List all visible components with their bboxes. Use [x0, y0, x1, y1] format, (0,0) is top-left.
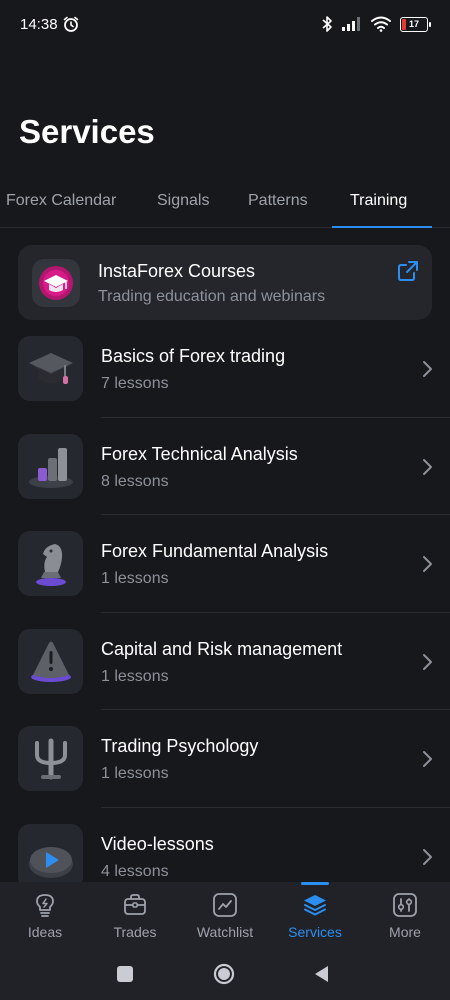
psi-icon	[34, 738, 67, 779]
course-item-risk[interactable]: Capital and Risk management 1 lessons	[0, 613, 450, 710]
course-icon-tile	[18, 823, 83, 889]
tab-bar: Forex Calendar Signals Patterns Training	[0, 180, 450, 228]
chevron-right-icon	[423, 848, 432, 865]
course-title: Basics of Forex trading	[101, 346, 286, 366]
alarm-icon	[63, 16, 79, 32]
course-lessons: 1 lessons	[101, 570, 169, 587]
course-icon-tile	[18, 726, 83, 791]
back-icon[interactable]	[310, 962, 334, 986]
course-title: Forex Fundamental Analysis	[101, 541, 329, 561]
battery-icon: 17	[400, 16, 431, 32]
course-title: Trading Psychology	[101, 736, 259, 756]
warning-cone-icon	[30, 641, 71, 682]
chevron-right-icon	[423, 653, 432, 670]
tab-patterns[interactable]: Patterns	[248, 192, 308, 210]
course-title: Forex Technical Analysis	[101, 443, 298, 464]
system-nav-bar	[0, 948, 450, 1000]
course-list: Basics of Forex trading 7 lessons Forex …	[0, 320, 450, 905]
nav-label: Services	[288, 924, 342, 940]
course-lessons: 1 lessons	[101, 765, 169, 782]
nav-watchlist[interactable]: Watchlist	[180, 882, 270, 948]
screen: 14:38 17 Services Forex Calendar Signals…	[0, 0, 450, 1000]
chevron-right-icon	[423, 458, 432, 475]
course-title: Capital and Risk management	[101, 638, 343, 659]
course-item-psychology[interactable]: Trading Psychology 1 lessons	[0, 710, 450, 808]
bluetooth-icon	[322, 16, 332, 32]
course-lessons: 4 lessons	[101, 862, 169, 880]
bar-chart-icon	[28, 448, 73, 488]
play-icon	[28, 847, 73, 878]
chevron-right-icon	[423, 751, 432, 767]
course-item-fundamental[interactable]: Forex Fundamental Analysis 1 lessons	[0, 515, 450, 613]
graduation-cap-logo	[39, 266, 73, 300]
course-lessons: 8 lessons	[101, 472, 169, 490]
briefcase-icon	[124, 894, 146, 915]
course-icon-tile	[18, 531, 83, 596]
tab-training[interactable]: Training	[350, 192, 407, 210]
instaforex-logo	[32, 259, 80, 307]
course-lessons: 1 lessons	[101, 667, 169, 685]
page-title: Services	[19, 113, 155, 150]
recents-icon[interactable]	[113, 962, 137, 986]
nav-trades[interactable]: Trades	[90, 882, 180, 948]
lightbulb-icon	[36, 894, 54, 917]
nav-services[interactable]: Services	[270, 882, 360, 948]
course-icon-tile	[18, 433, 83, 499]
layers-icon	[304, 895, 326, 916]
status-bar: 14:38 17	[0, 0, 450, 50]
nav-label: Ideas	[27, 924, 63, 940]
course-item-basics[interactable]: Basics of Forex trading 7 lessons	[0, 320, 450, 418]
course-icon-tile	[18, 336, 83, 401]
battery-level	[402, 18, 407, 30]
course-item-technical[interactable]: Forex Technical Analysis 8 lessons	[0, 418, 450, 515]
tab-forex-calendar[interactable]: Forex Calendar	[6, 192, 116, 210]
nav-ideas[interactable]: Ideas	[0, 882, 90, 948]
featured-title: InstaForex Courses	[98, 261, 256, 281]
course-icon-tile	[18, 628, 83, 694]
chevron-right-icon	[423, 361, 432, 377]
instaforex-courses-card[interactable]: InstaForex Courses Trading education and…	[18, 245, 432, 320]
nav-label: Watchlist	[196, 924, 254, 940]
nav-label: More	[389, 924, 421, 940]
course-lessons: 7 lessons	[101, 375, 169, 392]
signal-icon	[342, 17, 360, 31]
tab-active-indicator	[332, 226, 432, 228]
sliders-icon	[393, 893, 417, 917]
featured-subtitle: Trading education and webinars	[98, 288, 326, 305]
external-link-icon[interactable]	[396, 259, 420, 283]
chess-knight-icon	[35, 543, 66, 586]
nav-more[interactable]: More	[360, 882, 450, 948]
nav-label: Trades	[113, 924, 157, 940]
tab-signals[interactable]: Signals	[157, 192, 209, 210]
graduation-cap-icon	[28, 352, 73, 384]
chevron-right-icon	[423, 556, 432, 572]
course-title: Video-lessons	[101, 833, 214, 854]
battery-percent: 17	[408, 19, 419, 29]
chart-icon	[213, 893, 237, 917]
home-icon[interactable]	[212, 962, 236, 986]
wifi-icon	[371, 16, 391, 32]
bottom-nav: Ideas Trades Watchlist Services More	[0, 882, 450, 948]
status-time: 14:38	[20, 16, 58, 33]
